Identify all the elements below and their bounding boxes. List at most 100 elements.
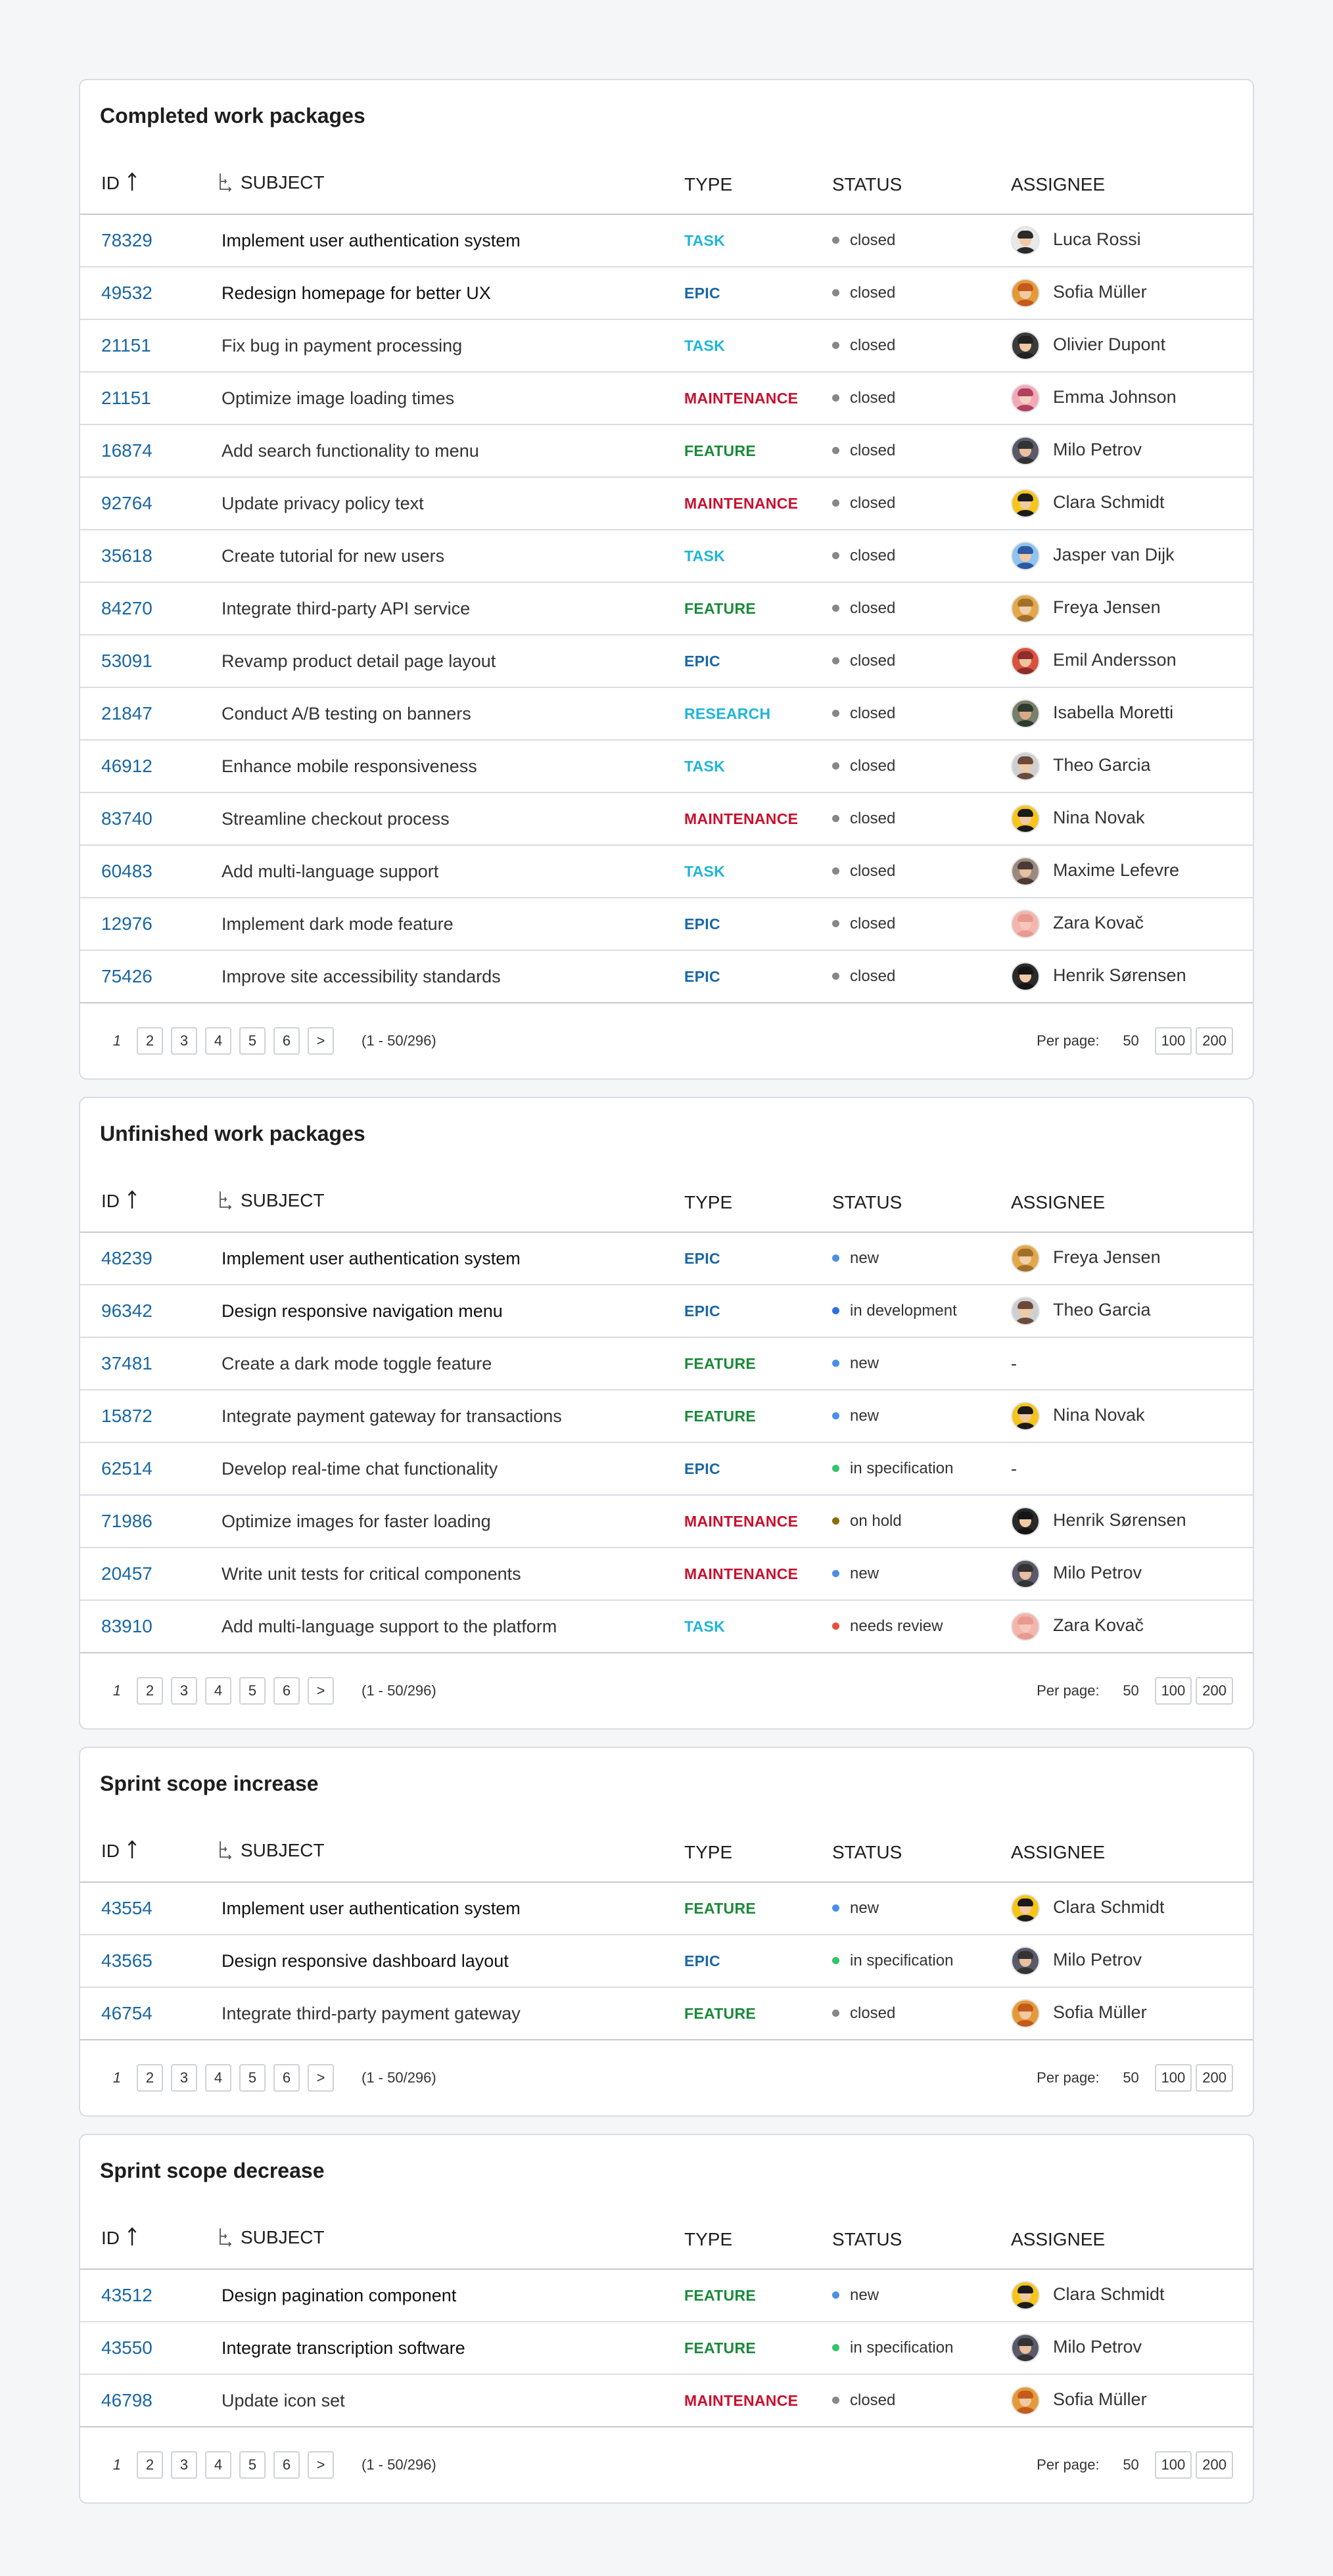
cell-status[interactable]: new [818,1548,996,1601]
table-row[interactable]: 62514 Develop real-time chat functionalit… [80,1442,1253,1496]
cell-subject[interactable]: Implement user authentication system [202,1882,670,1935]
work-package-id-link[interactable]: 21847 [101,703,152,724]
avatar[interactable] [1011,804,1040,833]
cell-assignee[interactable]: Henrik Sørensen [996,1495,1253,1548]
cell-status[interactable]: closed [818,635,996,688]
table-row[interactable]: 83910 Add multi-language support to the p… [80,1600,1253,1653]
next-page-button[interactable]: > [308,1677,334,1705]
avatar[interactable] [1011,226,1040,255]
cell-status[interactable]: new [818,1232,996,1285]
cell-subject[interactable]: Design responsive dashboard layout [202,1935,670,1988]
table-row[interactable]: 53091 Revamp product detail page layout EP… [80,635,1253,688]
table-row[interactable]: 16874 Add search functionality to menu FEA… [80,425,1253,478]
work-package-id-link[interactable]: 43512 [101,2285,152,2305]
cell-subject[interactable]: Design responsive navigation menu [202,1285,670,1338]
column-header-id[interactable]: ID [80,155,202,215]
avatar[interactable] [1011,752,1040,781]
avatar[interactable] [1011,962,1040,991]
cell-status[interactable]: in specification [818,2322,996,2375]
cell-status[interactable]: closed [818,372,996,425]
avatar[interactable] [1011,436,1040,465]
page-button[interactable]: 6 [273,1027,300,1055]
cell-assignee[interactable]: Clara Schmidt [996,2269,1253,2322]
cell-subject[interactable]: Create tutorial for new users [202,530,670,583]
page-button[interactable]: 2 [137,2451,163,2479]
cell-status[interactable]: closed [818,582,996,635]
avatar[interactable] [1011,1402,1040,1431]
cell-subject[interactable]: Add multi-language support [202,845,670,898]
table-row[interactable]: 84270 Integrate third-party API service FE… [80,582,1253,635]
cell-status[interactable]: closed [818,530,996,583]
cell-subject[interactable]: Conduct A/B testing on banners [202,687,670,741]
cell-subject[interactable]: Add search functionality to menu [202,425,670,478]
column-header-type[interactable]: TYPE [670,1173,818,1233]
avatar[interactable] [1011,594,1040,623]
cell-status[interactable]: closed [818,214,996,267]
cell-assignee[interactable]: Nina Novak [996,793,1253,846]
arrow-up-icon[interactable] [128,1190,137,1214]
table-row[interactable]: 43550 Integrate transcription software FEA… [80,2322,1253,2375]
avatar[interactable] [1011,279,1040,308]
page-button[interactable]: 3 [171,2064,197,2092]
page-button[interactable]: 3 [171,1027,197,1055]
avatar[interactable] [1011,647,1040,676]
column-header-status[interactable]: STATUS [818,155,996,215]
cell-subject[interactable]: Add multi-language support to the platfo… [202,1600,670,1653]
work-package-id-link[interactable]: 16874 [101,440,152,461]
next-page-button[interactable]: > [308,2064,334,2092]
table-row[interactable]: 71986 Optimize images for faster loading M… [80,1495,1253,1548]
column-header-status[interactable]: STATUS [818,1173,996,1233]
table-row[interactable]: 83740 Streamline checkout process MAINTENA… [80,793,1253,846]
avatar[interactable] [1011,2281,1040,2310]
table-row[interactable]: 46754 Integrate third-party payment gatew… [80,1987,1253,2040]
page-button[interactable]: 5 [239,2451,266,2479]
work-package-id-link[interactable]: 49532 [101,283,152,303]
work-package-id-link[interactable]: 92764 [101,493,152,513]
page-button[interactable]: 4 [205,2064,231,2092]
page-button[interactable]: 6 [273,2064,300,2092]
cell-assignee[interactable]: Nina Novak [996,1390,1253,1443]
cell-status[interactable]: in development [818,1285,996,1338]
cell-assignee[interactable]: Zara Kovač [996,1600,1253,1653]
work-package-id-link[interactable]: 15872 [101,1406,152,1426]
cell-assignee[interactable]: Milo Petrov [996,425,1253,478]
next-page-button[interactable]: > [308,1027,334,1055]
column-header-subject[interactable]: SUBJECT [202,1173,670,1233]
cell-subject[interactable]: Revamp product detail page layout [202,635,670,688]
hierarchy-icon[interactable] [218,1840,233,1864]
avatar[interactable] [1011,1559,1040,1588]
cell-status[interactable]: new [818,1882,996,1935]
avatar[interactable] [1011,857,1040,886]
cell-subject[interactable]: Streamline checkout process [202,793,670,846]
column-header-type[interactable]: TYPE [670,1823,818,1883]
avatar[interactable] [1011,1297,1040,1325]
page-button[interactable]: 3 [171,2451,197,2479]
column-header-type[interactable]: TYPE [670,155,818,215]
page-button[interactable]: 2 [137,2064,163,2092]
per-page-option[interactable]: 200 [1196,2064,1233,2092]
cell-subject[interactable]: Redesign homepage for better UX [202,267,670,320]
cell-subject[interactable]: Integrate third-party API service [202,582,670,635]
column-header-type[interactable]: TYPE [670,2210,818,2270]
work-package-id-link[interactable]: 62514 [101,1458,152,1479]
cell-status[interactable]: closed [818,793,996,846]
work-package-id-link[interactable]: 43550 [101,2337,152,2358]
column-header-id[interactable]: ID [80,1173,202,1233]
avatar[interactable] [1011,1244,1040,1273]
work-package-id-link[interactable]: 35618 [101,545,152,566]
cell-subject[interactable]: Update privacy policy text [202,477,670,530]
per-page-option[interactable]: 200 [1196,2451,1233,2479]
page-button[interactable]: 4 [205,2451,231,2479]
cell-subject[interactable]: Write unit tests for critical components [202,1548,670,1601]
arrow-up-icon[interactable] [128,172,137,196]
page-button[interactable]: 5 [239,1027,266,1055]
cell-assignee[interactable]: Sofia Müller [996,1987,1253,2040]
cell-subject[interactable]: Fix bug in payment processing [202,319,670,373]
work-package-id-link[interactable]: 46912 [101,756,152,776]
avatar[interactable] [1011,489,1040,518]
table-row[interactable]: 92764 Update privacy policy text MAINTENAN… [80,477,1253,530]
cell-status[interactable]: new [818,1390,996,1443]
table-row[interactable]: 21151 Fix bug in payment processing TASK cl… [80,319,1253,373]
work-package-id-link[interactable]: 84270 [101,598,152,618]
avatar[interactable] [1011,1999,1040,2028]
